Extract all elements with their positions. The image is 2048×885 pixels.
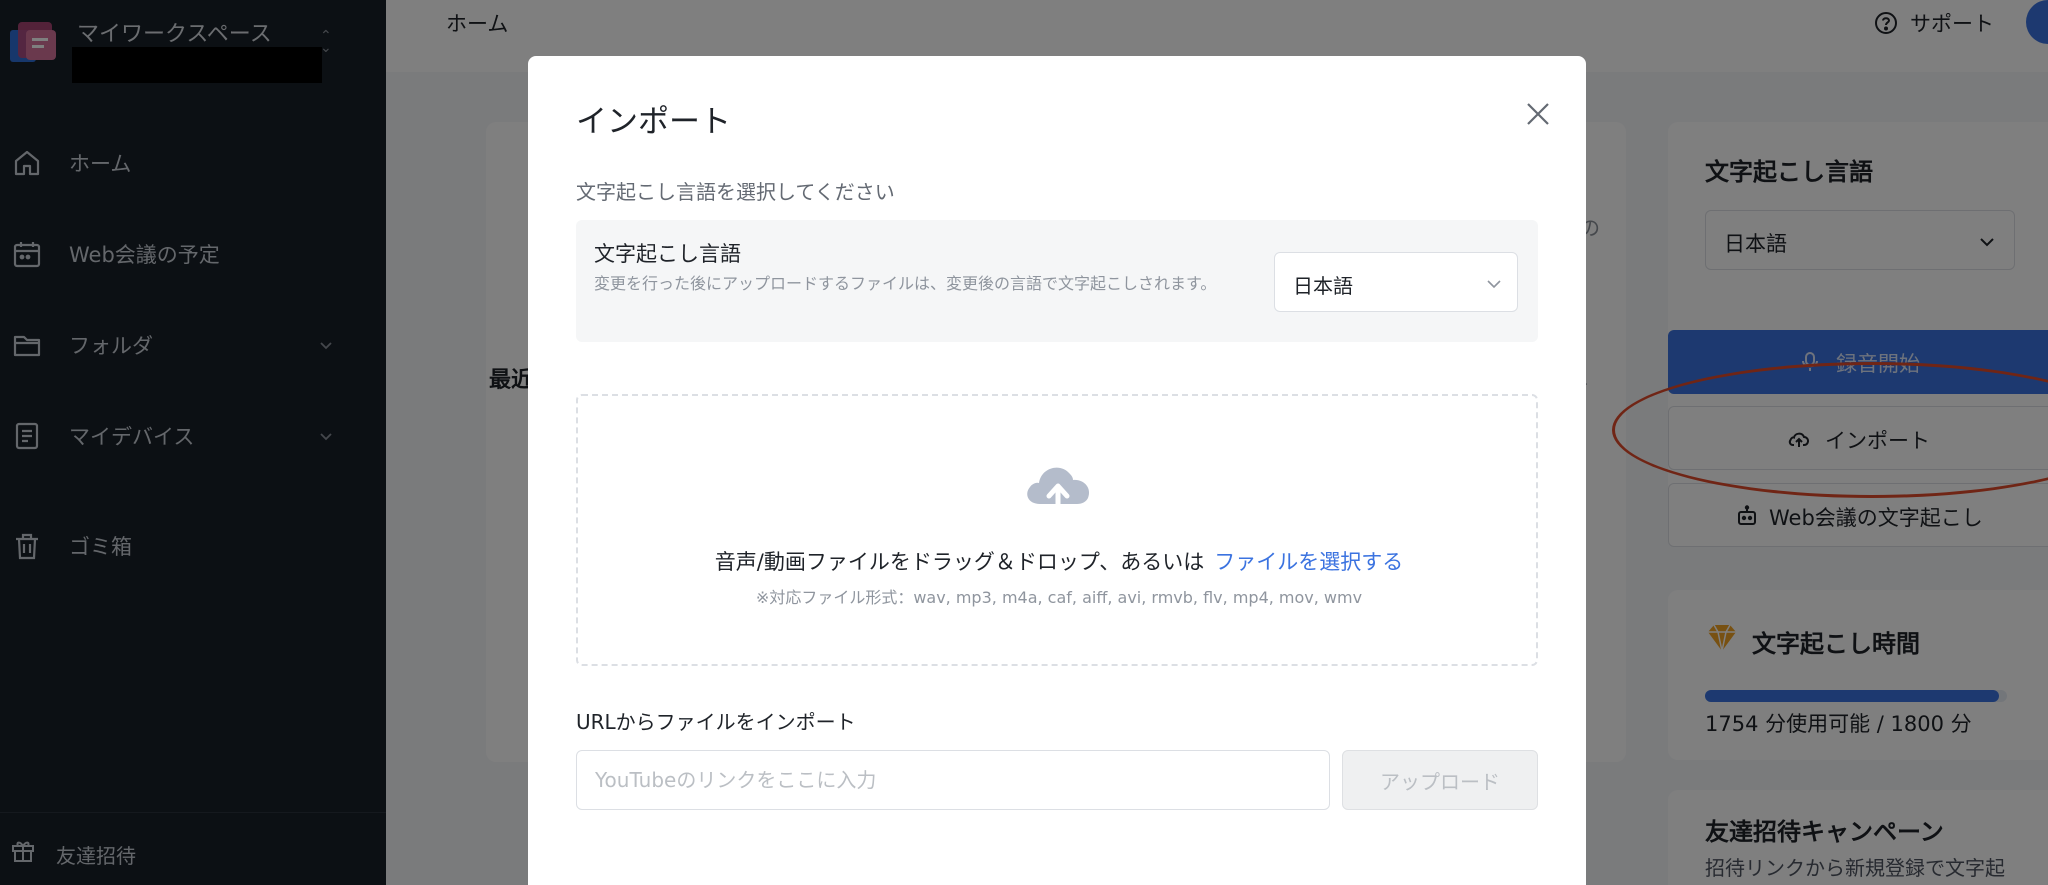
drop-instructions: 音声/動画ファイルをドラッグ＆ドロップ、あるいは ファイルを選択する xyxy=(578,546,1540,576)
language-setting-description: 変更を行った後にアップロードするファイルは、変更後の言語で文字起こしされます。 xyxy=(594,274,1217,293)
language-setting-box: 文字起こし言語 変更を行った後にアップロードするファイルは、変更後の言語で文字起… xyxy=(576,220,1538,342)
youtube-url-input[interactable] xyxy=(576,750,1330,810)
modal-language-value: 日本語 xyxy=(1293,274,1353,298)
import-modal: インポート 文字起こし言語を選択してください 文字起こし言語 変更を行った後にア… xyxy=(528,56,1586,885)
close-icon[interactable] xyxy=(1524,100,1552,128)
modal-language-select[interactable]: 日本語 xyxy=(1274,252,1518,312)
url-import-title: URLからファイルをインポート xyxy=(576,710,856,734)
modal-subtitle: 文字起こし言語を選択してください xyxy=(576,180,895,204)
modal-title: インポート xyxy=(576,104,731,140)
select-file-link[interactable]: ファイルを選択する xyxy=(1214,550,1403,574)
file-drop-zone[interactable]: 音声/動画ファイルをドラッグ＆ドロップ、あるいは ファイルを選択する ※対応ファイ… xyxy=(576,394,1538,666)
supported-formats: ※対応ファイル形式：wav, mp3, m4a, caf, aiff, avi,… xyxy=(755,588,1363,607)
upload-button[interactable]: アップロード xyxy=(1342,750,1538,810)
chevron-down-icon xyxy=(1487,280,1501,289)
cloud-upload-icon xyxy=(1027,467,1090,515)
drop-text: 音声/動画ファイルをドラッグ＆ドロップ、あるいは xyxy=(714,550,1205,574)
language-setting-title: 文字起こし言語 xyxy=(594,242,741,266)
